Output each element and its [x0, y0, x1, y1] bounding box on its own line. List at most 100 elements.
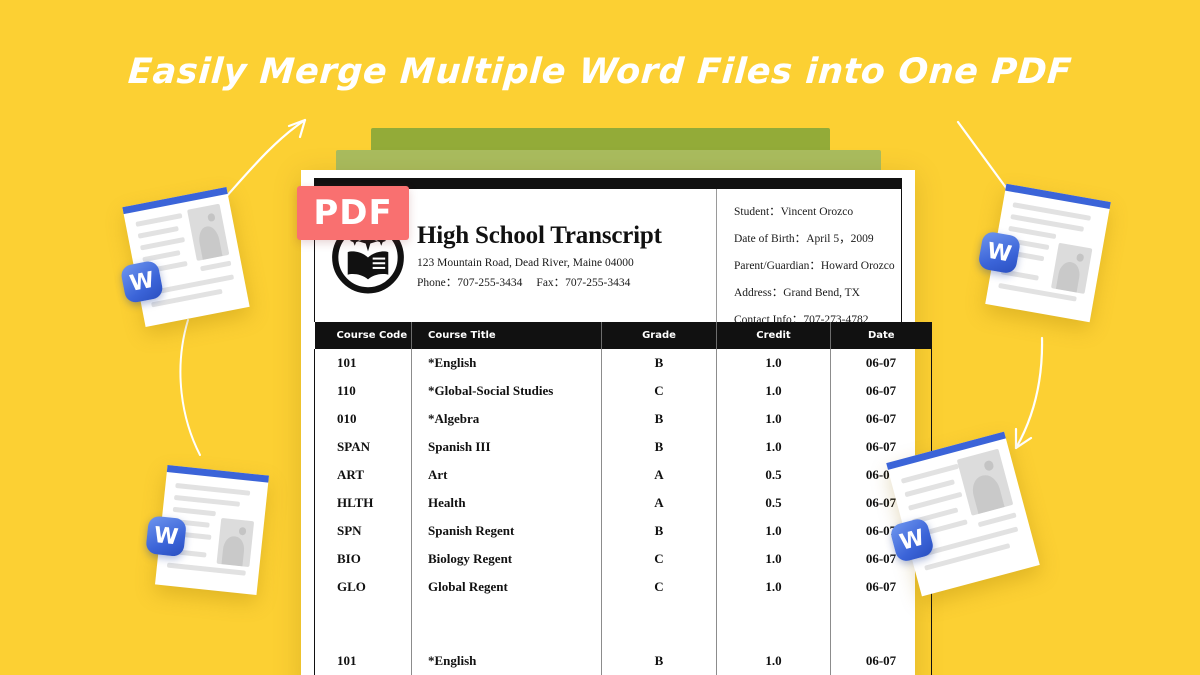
cell-credit: 1.0: [716, 349, 831, 377]
pdf-badge: PDF: [297, 186, 409, 240]
grades-table: Course Code Course Title Grade Credit Da…: [314, 322, 932, 675]
cell-grade: C: [601, 377, 717, 405]
cell-grade: C: [601, 573, 717, 601]
cell-credit: 1.0: [716, 545, 831, 573]
phone-value: 707-255-3434: [457, 276, 523, 289]
student-info-label: Parent/Guardian：: [734, 260, 821, 272]
cell-grade: C: [601, 545, 717, 573]
text-line: [173, 494, 240, 507]
student-info-row: Contact Info：707-273-4782: [734, 311, 901, 327]
cell-credit: 1.0: [716, 647, 831, 675]
cell-course-code: 110: [314, 377, 412, 405]
table-row: 010 *Algebra B 1.0 06-07: [314, 405, 932, 433]
cell-course-title: *English: [411, 647, 602, 675]
table-row: 101 *English B 1.0 06-07: [314, 349, 932, 377]
cell-course-code: HLTH: [314, 489, 412, 517]
cell-credit: 1.0: [716, 517, 831, 545]
phone-label: Phone：: [417, 276, 458, 289]
cell-date: 06-07: [830, 405, 932, 433]
school-address: 123 Mountain Road, Dead River, Maine 040…: [417, 256, 634, 269]
promo-banner: Easily Merge Multiple Word Files into On…: [0, 0, 1200, 675]
cell-grade: B: [601, 405, 717, 433]
school-title: High School Transcript: [417, 221, 662, 249]
table-row: SPN Spanish Regent B 1.0 06-07: [314, 517, 932, 545]
table-row: 110 *Global-Social Studies C 1.0 06-07: [314, 377, 932, 405]
arrow-up-right-head-icon: [287, 118, 307, 139]
text-line: [175, 482, 251, 496]
cell-credit: 0.5: [716, 489, 831, 517]
cell-credit: 0.5: [716, 461, 831, 489]
student-info-row: Date of Birth：April 5，2009: [734, 230, 901, 246]
fax-label: Fax：: [536, 276, 566, 289]
cell-course-code: SPN: [314, 517, 412, 545]
word-badge-icon: W: [145, 515, 187, 558]
cell-grade: B: [601, 517, 717, 545]
cell-course-title: Art: [411, 461, 602, 489]
cell-grade: B: [601, 349, 717, 377]
grades-table-body: 101 *English B 1.0 06-07 110 *Global-Soc…: [314, 349, 932, 675]
word-badge-icon: W: [977, 230, 1022, 275]
student-info-row: Address：Grand Bend, TX: [734, 284, 901, 300]
text-line: [977, 512, 1017, 528]
cell-course-title: Spanish Regent: [411, 517, 602, 545]
image-placeholder-icon: [956, 448, 1014, 516]
cell-credit: 1.0: [716, 433, 831, 461]
cell-grade: A: [601, 461, 717, 489]
word-card-body: [898, 441, 1028, 584]
student-info-label: Address：: [734, 287, 784, 299]
cell-course-code: GLO: [314, 573, 412, 601]
transcript-document: High School Transcript 123 Mountain Road…: [301, 170, 932, 675]
text-line: [135, 212, 183, 227]
cell-course-title: *Algebra: [411, 405, 602, 433]
student-info-value: 707-273-4782: [803, 314, 869, 326]
column-header-course-code: Course Code: [314, 322, 412, 349]
image-placeholder-icon: [187, 203, 230, 261]
table-row: GLO Global Regent C 1.0 06-07: [314, 573, 932, 601]
table-row: SPAN Spanish III B 1.0 06-07: [314, 433, 932, 461]
text-line: [200, 260, 232, 272]
cell-date: 06-07: [830, 349, 932, 377]
student-info-panel: Student：Vincent Orozco Date of Birth：Apr…: [717, 189, 901, 326]
cell-course-title: Spanish III: [411, 433, 602, 461]
text-line: [137, 225, 180, 239]
word-file-card[interactable]: W: [977, 183, 1111, 323]
arrow-down-left-icon: [1014, 336, 1044, 450]
cell-grade: B: [601, 647, 717, 675]
student-info-value: Howard Orozco: [820, 260, 895, 272]
cell-course-code: 101: [314, 349, 412, 377]
cell-course-title: Global Regent: [411, 573, 602, 601]
table-spacer-row: [314, 601, 932, 647]
arrow-down-left-head-icon: [1014, 427, 1033, 450]
word-file-card[interactable]: W: [145, 464, 269, 596]
school-contact: Phone：707-255-3434 Fax：707-255-3434: [417, 274, 662, 290]
table-row: ART Art A 0.5 06-07: [314, 461, 932, 489]
cell-course-code: 101: [314, 647, 412, 675]
cell-course-code: BIO: [314, 545, 412, 573]
cell-course-code: SPAN: [314, 433, 412, 461]
cell-grade: A: [601, 489, 717, 517]
cell-course-code: 010: [314, 405, 412, 433]
cell-date: 06-07: [830, 647, 932, 675]
cell-grade: B: [601, 433, 717, 461]
student-info-label: Date of Birth：: [734, 233, 807, 245]
arrow-up-right-icon: [223, 118, 307, 200]
fax-value: 707-255-3434: [565, 276, 631, 289]
student-info-label: Student：: [734, 206, 781, 218]
word-file-card[interactable]: W: [119, 187, 250, 327]
cell-credit: 1.0: [716, 573, 831, 601]
student-info-label: Contact Info：: [734, 314, 804, 326]
arrow-curve-left-icon: [179, 319, 201, 456]
student-info-value: Vincent Orozco: [780, 206, 854, 218]
table-row: 101 *English B 1.0 06-07: [314, 647, 932, 675]
image-placeholder-icon: [1050, 242, 1093, 294]
cell-course-title: Health: [411, 489, 602, 517]
column-header-course-title: Course Title: [411, 322, 602, 349]
student-info-value: April 5，2009: [806, 233, 874, 245]
cell-credit: 1.0: [716, 405, 831, 433]
image-placeholder-icon: [216, 517, 255, 568]
table-row: BIO Biology Regent C 1.0 06-07: [314, 545, 932, 573]
cell-course-title: *Global-Social Studies: [411, 377, 602, 405]
text-line: [172, 506, 216, 517]
table-row: HLTH Health A 0.5 06-07: [314, 489, 932, 517]
text-line: [139, 237, 185, 251]
